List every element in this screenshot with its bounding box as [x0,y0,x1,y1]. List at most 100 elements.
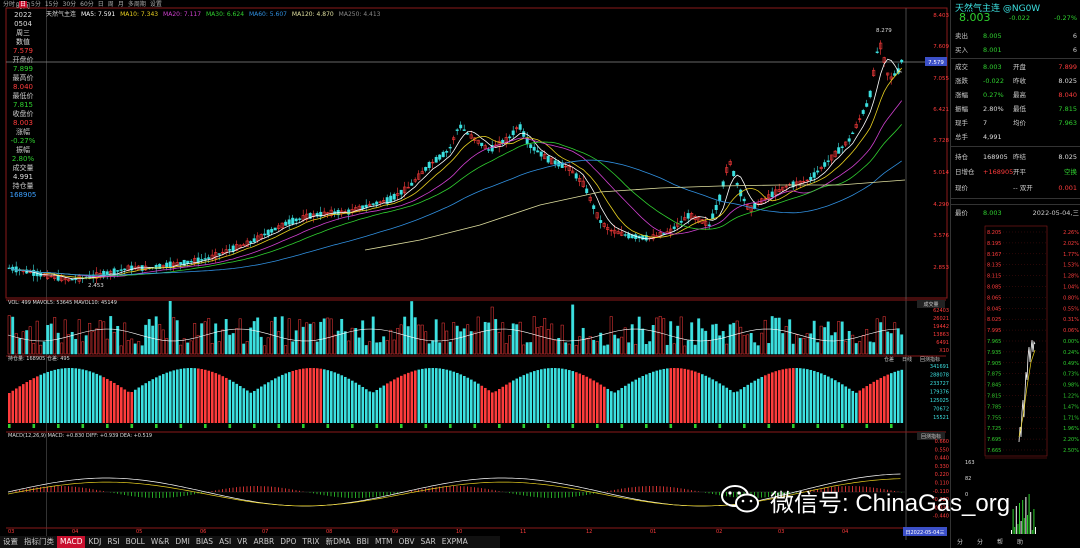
volume-bar [672,343,676,355]
oi-bar [505,384,508,423]
oi-bar [459,374,463,423]
volume-bar [301,326,305,355]
quote-sublabel: 开盘 [1013,63,1026,71]
volume-bar [431,340,435,355]
oi-bar [368,391,372,423]
volume-bar [700,328,704,355]
indicator-tab[interactable]: ARBR [251,536,278,548]
oi-change-bar [890,424,893,428]
oi-bar [396,377,400,423]
quote-row: 涨幅 0.27% 最高 8.040 [951,90,1080,101]
volume-bar [123,322,127,355]
volume-bar [193,323,197,355]
volume-bar [602,345,606,355]
quote-sublabel: 最高 [1013,91,1026,99]
x-axis-label: 04 [842,529,848,535]
volume-bar [634,343,638,355]
oi-bar [375,389,379,423]
quote-label: 振幅 [955,105,968,113]
indicator-tab[interactable]: 新DMA [323,536,354,548]
volume-bar [294,330,298,355]
oi-bar [221,376,225,423]
indicator-tab[interactable]: EXPMA [439,536,471,548]
volume-bar [770,316,774,355]
volume-bar [126,340,130,355]
indicator-tab[interactable]: 指标门类 [21,536,57,548]
indicator-tab[interactable]: DMI [172,536,192,548]
indicator-tab[interactable]: KDJ [85,536,104,548]
indicator-tab[interactable]: BIAS [193,536,216,548]
indicator-tab[interactable]: TRIX [299,536,322,548]
oi-bar [795,368,799,423]
oi-bar [43,373,46,423]
candle-body [119,269,123,271]
volume-bar [844,340,848,355]
oi-change-bar [81,424,85,428]
macd-y-label: 0.330 [935,464,949,470]
oi-bar [575,372,578,423]
mini-tab[interactable]: 助 [1017,538,1023,546]
oi-bar [29,380,32,423]
oi-bar [232,381,235,423]
oi-bar [890,373,893,423]
volume-bar [84,335,88,355]
kline-chart[interactable]: 8.403 7.609 7.055 6.421 5.728 5.014 4.290 3.576… [0,0,950,548]
candle-body [287,219,291,225]
mini-tab[interactable]: 分 [957,538,963,546]
volume-bar [529,342,533,355]
oi-bar [347,378,351,423]
y-axis-label: 5.014 [933,170,949,176]
candle-body [791,181,795,187]
indicator-tab[interactable]: MTM [372,536,396,548]
indicator-tab[interactable]: RSI [104,536,122,548]
mini-pct-label: 2.02% [1063,241,1079,247]
volume-bar [424,331,428,355]
volume-bar [690,322,694,355]
oi-bar [515,378,519,423]
quote-value: -0.022 [983,77,1004,85]
candle-body [462,129,466,131]
oi-bar [218,374,221,423]
oi-bar [529,372,533,423]
oi-bar [414,370,417,423]
mini-price-label: 7.845 [987,383,1001,389]
indicator-tab[interactable]: VR [234,536,250,548]
oi-bar [39,374,43,423]
oi-bar [620,388,624,423]
oi-bar [281,374,284,423]
indicator-tab[interactable]: DPO [277,536,299,548]
mini-price-label: 8.045 [987,306,1001,312]
oi-bar [211,371,214,423]
indicator-tab[interactable]: SAR [417,536,438,548]
indicator-tab[interactable]: BBI [353,536,372,548]
indicator-tab[interactable]: OBV [396,536,418,548]
oi-header: 持仓量: 168905 仓差: 495 [8,355,70,362]
volume-bar [252,321,256,355]
quote-sublabel: 开平 [1013,168,1026,176]
oi-change-bar [277,424,281,428]
oi-bar [144,383,148,423]
indicator-tab[interactable]: W&R [148,536,172,548]
oi-bar [445,369,449,423]
oi-bar [260,386,263,423]
indicator-tab[interactable]: 设置 [0,536,21,548]
candle-body [809,176,813,181]
volume-bar [53,317,57,355]
quote-row: 现手 7 均价 7.963 [951,118,1080,129]
indicator-tab[interactable]: MACD [57,536,86,548]
indicator-tab[interactable]: BOLL [123,536,148,548]
volume-bar [553,340,557,355]
oi-bar [214,373,218,423]
candle-body [585,188,589,194]
indicator-tab[interactable]: ASI [216,536,234,548]
volume-bar [175,320,179,355]
mini-tab[interactable]: 帮 [997,538,1003,546]
quote-value: 8.001 [983,46,1002,54]
oi-bar [32,378,36,423]
oi-bar [582,375,585,423]
candle-body [294,218,298,222]
oi-change-bar [743,424,746,428]
oi-bar [645,374,648,423]
mini-tab[interactable]: 分 [977,538,983,546]
oi-bar [764,375,767,423]
